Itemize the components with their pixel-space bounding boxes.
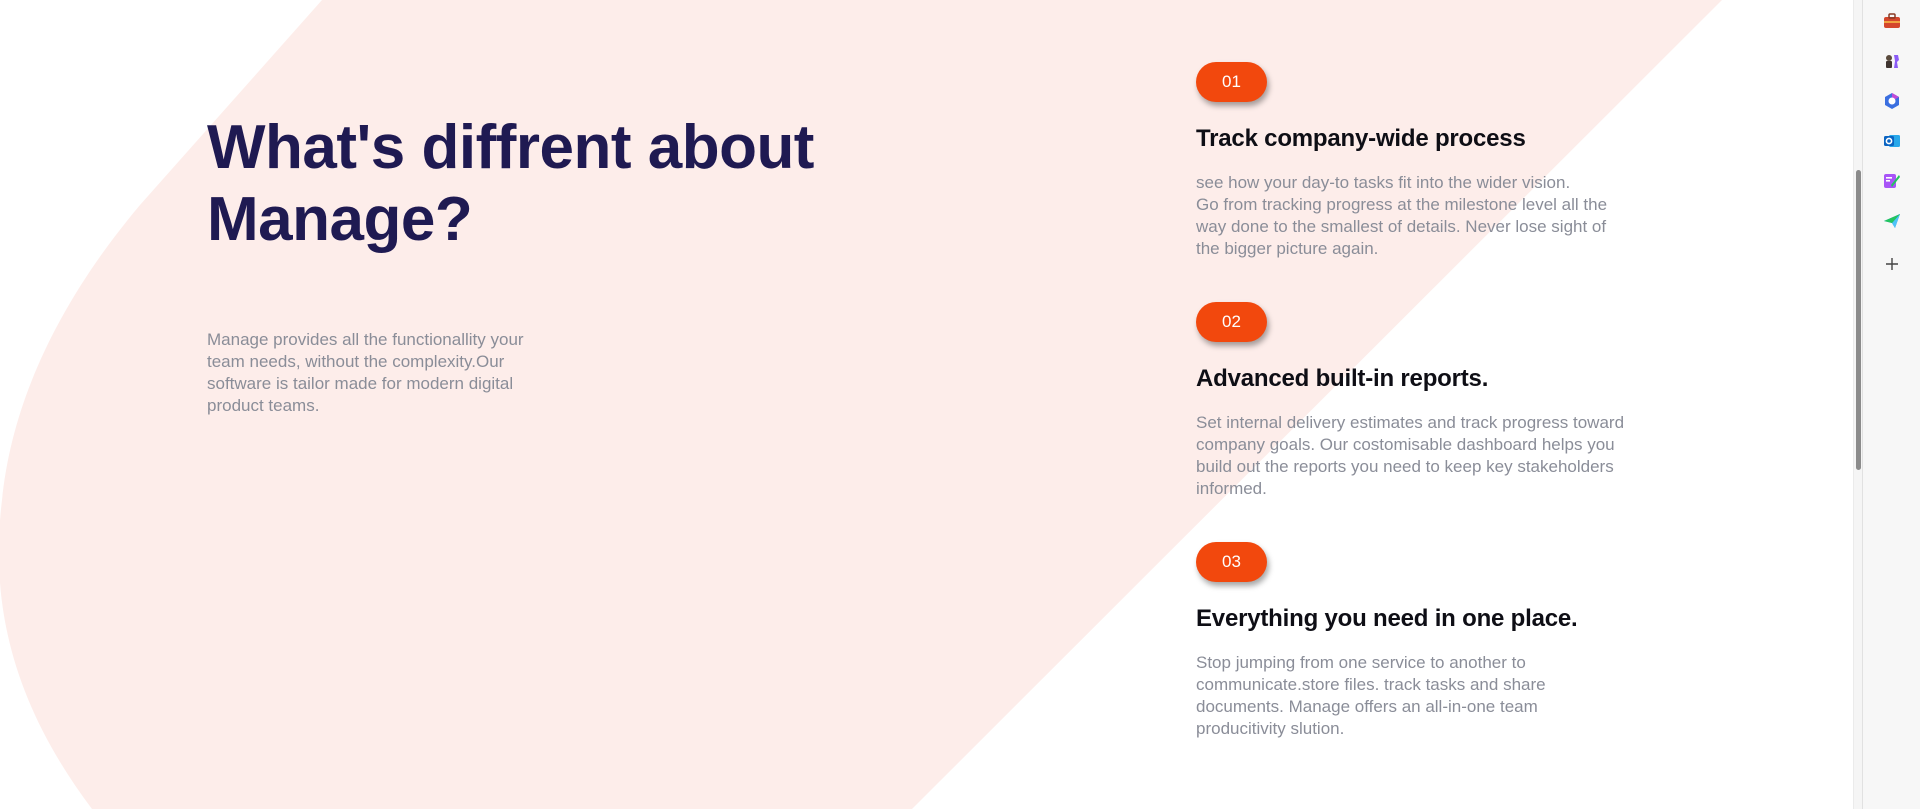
intro-line: product teams.: [207, 396, 320, 415]
copilot-icon[interactable]: [1882, 91, 1902, 111]
page-title-line-1: What's diffrent about: [207, 113, 814, 182]
feature-description: Set internal delivery estimates and trac…: [1196, 412, 1656, 500]
feature-description-line: informed.: [1196, 479, 1267, 498]
add-icon[interactable]: [1882, 254, 1902, 274]
feature-description-line: company goals. Our costomisable dashboar…: [1196, 435, 1615, 454]
feature-item-all-in-one: 03 Everything you need in one place. Sto…: [1196, 542, 1656, 740]
feature-description-line: producitivity slution.: [1196, 719, 1345, 738]
feature-description-line: Stop jumping from one service to another…: [1196, 653, 1526, 672]
feature-item-built-in-reports: 02 Advanced built-in reports. Set intern…: [1196, 302, 1656, 500]
feature-description: Stop jumping from one service to another…: [1196, 652, 1656, 740]
feature-description-line: Set internal delivery estimates and trac…: [1196, 413, 1625, 432]
outlook-icon[interactable]: [1882, 131, 1902, 151]
intro-paragraph: Manage provides all the functionallity y…: [207, 329, 552, 417]
designer-icon[interactable]: [1882, 171, 1902, 191]
browser-viewport: What's diffrent about Manage? Manage pro…: [0, 0, 1920, 809]
intro-line: software is tailor made for modern digit…: [207, 374, 514, 393]
feature-description: see how your day-to tasks fit into the w…: [1196, 172, 1656, 260]
chess-icon[interactable]: [1882, 51, 1902, 71]
page-title: What's diffrent about Manage?: [207, 112, 927, 256]
intro-line: team needs, without the complexity.Our: [207, 352, 505, 371]
send-icon[interactable]: [1882, 211, 1902, 231]
feature-description-line: documents. Manage offers an all-in-one t…: [1196, 697, 1538, 716]
page-content: What's diffrent about Manage? Manage pro…: [0, 0, 1862, 809]
feature-description-line: see how your day-to tasks fit into the w…: [1196, 173, 1571, 192]
page-title-line-2: Manage?: [207, 185, 473, 254]
feature-title: Track company-wide process: [1196, 125, 1526, 152]
feature-title: Everything you need in one place.: [1196, 605, 1578, 632]
briefcase-icon[interactable]: [1882, 11, 1902, 31]
feature-number-badge: 01: [1196, 62, 1267, 102]
feature-description-line: build out the reports you need to keep k…: [1196, 457, 1614, 476]
feature-title: Advanced built-in reports.: [1196, 365, 1489, 392]
feature-number-badge: 03: [1196, 542, 1267, 582]
feature-description-line: way done to the smallest of details. Nev…: [1196, 217, 1607, 236]
intro-line: Manage provides all the functionallity y…: [207, 330, 524, 349]
browser-sidebar: [1862, 0, 1920, 809]
feature-number-badge: 02: [1196, 302, 1267, 342]
page-scrollbar[interactable]: [1853, 0, 1862, 809]
feature-description-line: Go from tracking progress at the milesto…: [1196, 195, 1608, 214]
feature-description-line: the bigger picture again.: [1196, 239, 1379, 258]
scrollbar-thumb[interactable]: [1856, 170, 1861, 470]
feature-description-line: communicate.store files. track tasks and…: [1196, 675, 1546, 694]
feature-item-track-process: 01 Track company-wide process see how yo…: [1196, 62, 1656, 260]
